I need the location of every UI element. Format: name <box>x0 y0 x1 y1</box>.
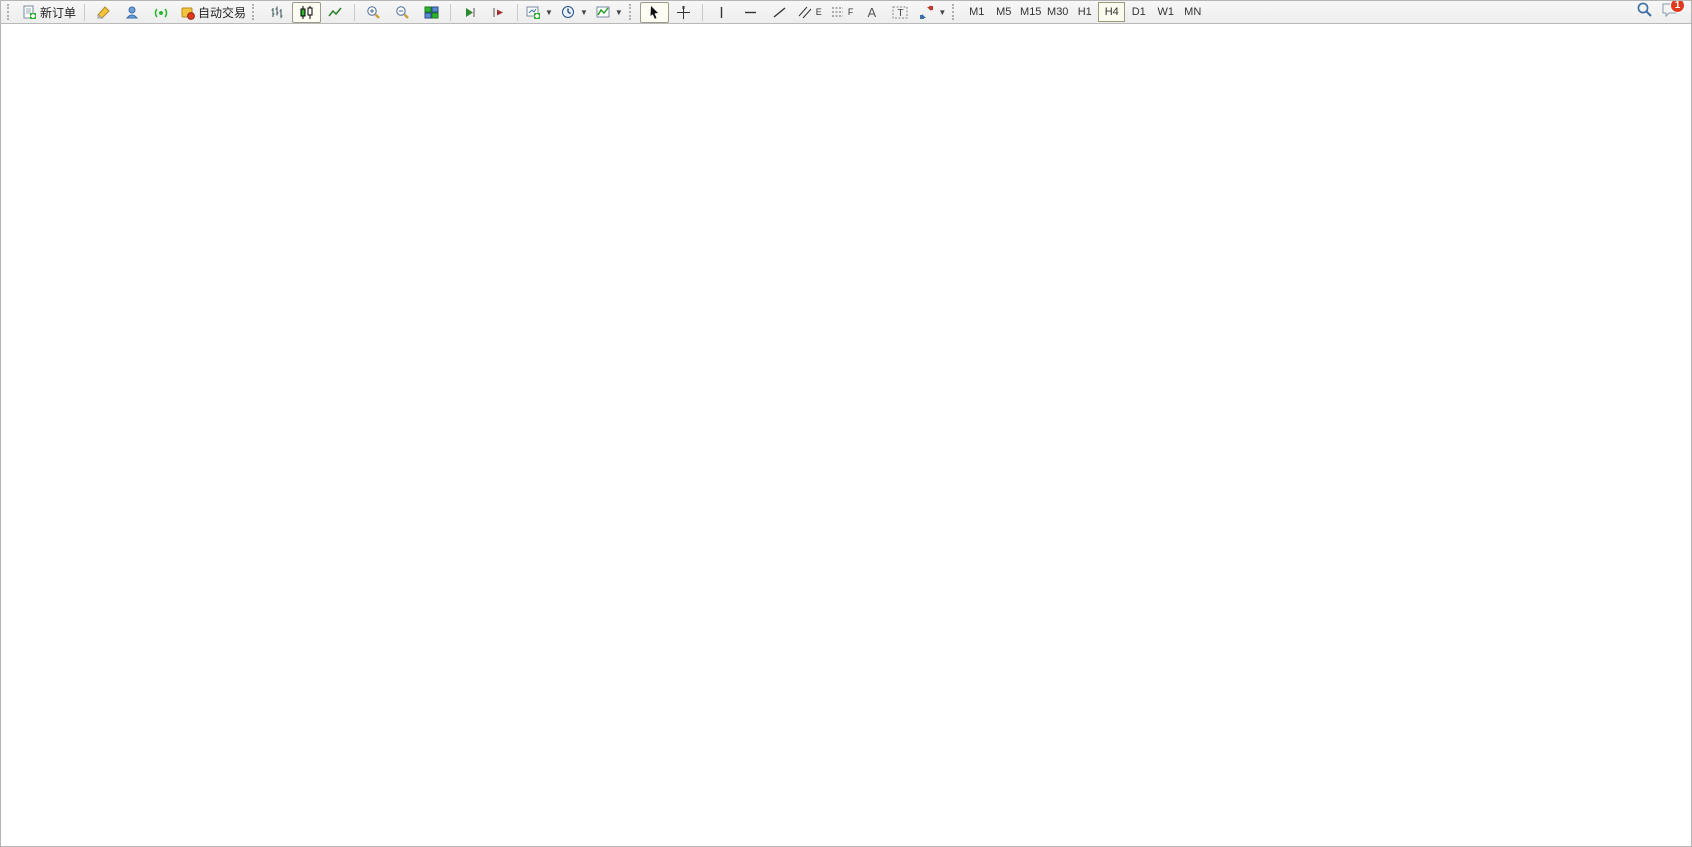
chart-canvas[interactable] <box>1 24 1692 847</box>
new-chart-button[interactable]: ▼ <box>522 2 557 23</box>
tile-windows-button[interactable] <box>417 2 446 23</box>
chat-badge: 1 <box>1670 0 1685 13</box>
profile-button[interactable] <box>118 2 147 23</box>
timeframe-m30-button[interactable]: M30 <box>1044 2 1071 22</box>
chat-button[interactable]: 1 <box>1661 2 1679 23</box>
cursor-icon <box>647 5 662 20</box>
arrows-tool-icon <box>919 5 934 20</box>
toolbar: 新订单 自动交易 ▼ ▼ ▼ <box>1 1 1692 24</box>
trendline-icon <box>772 5 787 20</box>
crosshair-tool-button[interactable] <box>669 2 698 23</box>
timeframe-mn-button[interactable]: MN <box>1179 2 1206 22</box>
new-chart-icon <box>526 5 541 20</box>
fibonacci-letter: F <box>848 7 854 17</box>
separator <box>702 4 703 21</box>
timeframe-m5-button[interactable]: M5 <box>990 2 1017 22</box>
timeframe-h1-button[interactable]: H1 <box>1071 2 1098 22</box>
timeframe-d1-button[interactable]: D1 <box>1125 2 1152 22</box>
line-chart-button[interactable] <box>321 2 350 23</box>
chart-shift-icon <box>491 5 506 20</box>
clock-icon <box>561 5 576 20</box>
arrows-tool-button[interactable]: ▼ <box>915 2 950 23</box>
toolbar-grip[interactable] <box>252 4 259 20</box>
candlestick-button[interactable] <box>292 2 321 23</box>
chevron-down-icon: ▼ <box>615 8 623 17</box>
new-order-button[interactable]: 新订单 <box>18 2 80 23</box>
channel-letter: E <box>816 7 822 17</box>
line-chart-icon <box>328 5 343 20</box>
fibonacci-icon <box>830 5 845 20</box>
signal-icon <box>154 5 169 20</box>
toolbar-grip[interactable] <box>7 4 14 20</box>
zoom-in-button[interactable] <box>359 2 388 23</box>
gold-tool-icon <box>96 5 111 20</box>
horizontal-line-icon <box>743 5 758 20</box>
text-tool-button[interactable]: A <box>857 2 886 23</box>
text-label-icon: T <box>892 5 909 20</box>
text-tool-icon: A <box>867 5 876 20</box>
timeframe-w1-button[interactable]: W1 <box>1152 2 1179 22</box>
candlestick-icon <box>299 5 314 20</box>
horizontal-line-tool-button[interactable] <box>736 2 765 23</box>
periods-button[interactable]: ▼ <box>557 2 592 23</box>
bar-chart-icon <box>270 5 285 20</box>
zoom-out-button[interactable] <box>388 2 417 23</box>
chevron-down-icon: ▼ <box>580 8 588 17</box>
vertical-line-tool-button[interactable] <box>707 2 736 23</box>
text-label-tool-button[interactable]: T <box>886 2 915 23</box>
auto-trading-icon <box>180 5 195 20</box>
cursor-tool-button[interactable] <box>640 2 669 23</box>
gold-tool-button[interactable] <box>89 2 118 23</box>
trendline-tool-button[interactable] <box>765 2 794 23</box>
timeframe-h4-button[interactable]: H4 <box>1098 2 1125 22</box>
separator <box>517 4 518 21</box>
timeframe-m15-button[interactable]: M15 <box>1017 2 1044 22</box>
separator <box>354 4 355 21</box>
toolbar-grip[interactable] <box>952 4 959 20</box>
new-order-icon <box>22 5 37 20</box>
tile-windows-icon <box>424 5 439 20</box>
indicators-icon <box>596 5 611 20</box>
auto-trading-button[interactable]: 自动交易 <box>176 2 250 23</box>
new-order-label: 新订单 <box>40 4 76 21</box>
search-icon[interactable] <box>1636 1 1653 23</box>
separator <box>450 4 451 21</box>
profile-icon <box>125 5 140 20</box>
zoom-out-icon <box>395 5 410 20</box>
chart-shift-button[interactable] <box>484 2 513 23</box>
zoom-in-icon <box>366 5 381 20</box>
toolbar-grip[interactable] <box>629 4 636 20</box>
separator <box>84 4 85 21</box>
channel-icon <box>798 5 813 20</box>
auto-scroll-button[interactable] <box>455 2 484 23</box>
vertical-line-icon <box>714 5 729 20</box>
auto-trading-label: 自动交易 <box>198 4 246 21</box>
chevron-down-icon: ▼ <box>545 8 553 17</box>
mt4-window: 新订单 自动交易 ▼ ▼ ▼ <box>0 0 1692 847</box>
channel-tool-button[interactable]: E <box>794 2 826 23</box>
timeframe-m1-button[interactable]: M1 <box>963 2 990 22</box>
crosshair-icon <box>676 5 691 20</box>
indicators-button[interactable]: ▼ <box>592 2 627 23</box>
signal-button[interactable] <box>147 2 176 23</box>
chevron-down-icon: ▼ <box>938 8 946 17</box>
fibonacci-tool-button[interactable]: F <box>826 2 858 23</box>
auto-scroll-icon <box>462 5 477 20</box>
bar-chart-button[interactable] <box>263 2 292 23</box>
svg-text:T: T <box>898 8 904 19</box>
